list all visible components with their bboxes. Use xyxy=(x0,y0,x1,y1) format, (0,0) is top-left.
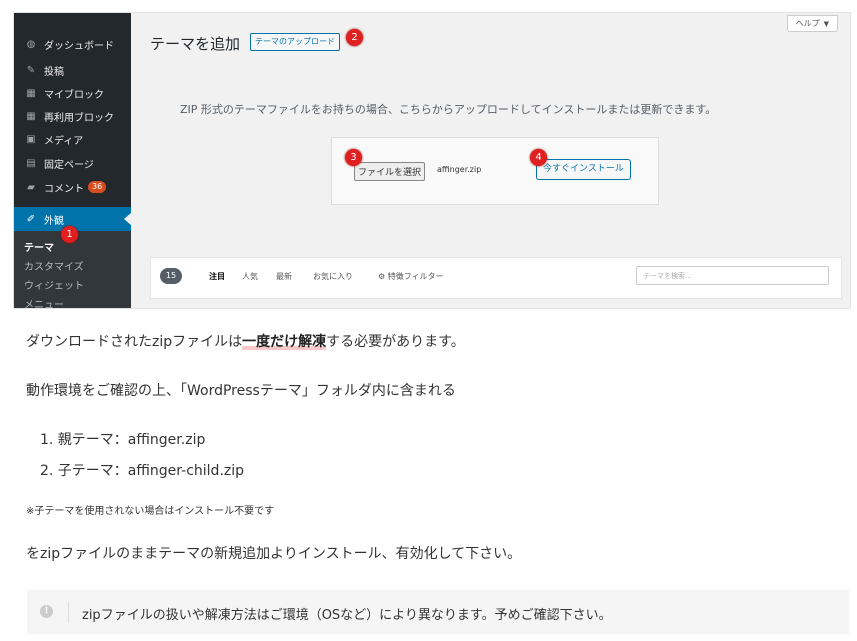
appearance-icon: ✐ xyxy=(26,213,36,225)
sidebar-item-label: 再利用ブロック xyxy=(44,112,114,124)
sidebar-item-label: 外観 xyxy=(44,215,64,227)
text-segment: ダウンロードされたzipファイルは xyxy=(26,334,243,350)
admin-sidebar: ◍ ダッシュボード ✎ 投稿 ▦ マイブロック ▦ 再利用ブロック ▣ メディア… xyxy=(14,13,131,308)
sidebar-item-dashboard[interactable]: ◍ ダッシュボード xyxy=(14,32,131,56)
tab-featured[interactable]: 注目 xyxy=(209,271,225,282)
blocks-icon: ▦ xyxy=(26,110,36,122)
tab-favorites[interactable]: お気に入り xyxy=(313,271,353,282)
feature-filter-label: 特徴フィルター xyxy=(387,272,444,281)
info-icon: ! xyxy=(40,605,53,618)
sidebar-item-posts[interactable]: ✎ 投稿 xyxy=(14,58,131,82)
list-item: 2. 子テーマ：affinger-child.zip xyxy=(40,463,245,479)
article-paragraph-3: をzipファイルのままテーマの新規追加よりインストール、有効化して下さい。 xyxy=(26,546,522,562)
choose-file-button[interactable]: ファイルを選択 xyxy=(354,162,426,181)
dashboard-icon: ◍ xyxy=(26,38,36,50)
callout-marker-1: 1 xyxy=(61,226,78,243)
tab-popular[interactable]: 人気 xyxy=(242,271,258,282)
theme-count-badge: 15 xyxy=(160,268,182,284)
gear-icon: ⚙ xyxy=(378,272,386,281)
pin-icon: ✎ xyxy=(26,64,36,76)
callout-marker-2: 2 xyxy=(346,29,363,46)
article-paragraph-1: ダウンロードされたzipファイルは一度だけ解凍する必要があります。 xyxy=(26,331,465,351)
sidebar-item-label: ダッシュボード xyxy=(44,40,114,52)
comment-icon: ▰ xyxy=(27,181,35,193)
list-item: 1. 親テーマ：affinger.zip xyxy=(40,432,206,448)
article-paragraph-2: 動作環境をご確認の上、「WordPressテーマ」フォルダ内に含まれる xyxy=(26,383,456,399)
feature-filter-button[interactable]: ⚙ 特徴フィルター xyxy=(378,271,444,282)
help-button[interactable]: ヘルプ ▼ xyxy=(786,15,838,32)
install-now-button[interactable]: 今すぐインストール xyxy=(536,159,631,180)
media-icon: ▣ xyxy=(26,133,36,145)
submenu-item-themes[interactable]: テーマ xyxy=(24,239,54,254)
tab-latest[interactable]: 最新 xyxy=(276,271,292,282)
active-indicator xyxy=(124,213,131,225)
page-title: テーマを追加 xyxy=(150,35,241,53)
sidebar-item-label: 固定ページ xyxy=(44,159,94,171)
help-label: ヘルプ xyxy=(795,19,820,28)
submenu-item-customize[interactable]: カスタマイズ xyxy=(24,258,84,273)
blocks-icon: ▦ xyxy=(26,87,36,99)
notice-text: zipファイルの扱いや解凍方法はご環境（OSなど）により異なります。予めご確認下… xyxy=(82,608,612,623)
comment-count-badge: 36 xyxy=(88,181,107,193)
sidebar-item-pages[interactable]: ▤ 固定ページ xyxy=(14,151,131,175)
sidebar-item-label: メディア xyxy=(44,135,84,147)
wordpress-screenshot: ◍ ダッシュボード ✎ 投稿 ▦ マイブロック ▦ 再利用ブロック ▣ メディア… xyxy=(13,12,851,309)
sidebar-item-label: マイブロック xyxy=(44,89,104,101)
sidebar-item-label: 投稿 xyxy=(44,66,64,78)
sidebar-item-myblocks[interactable]: ▦ マイブロック xyxy=(14,81,131,105)
theme-search-input[interactable]: テーマを検索... xyxy=(636,266,829,285)
appearance-submenu: テーマ カスタマイズ ウィジェット メニュー xyxy=(14,231,131,308)
submenu-item-menus[interactable]: メニュー xyxy=(24,296,64,308)
page-icon: ▤ xyxy=(26,157,36,169)
article-note: ※子テーマを使用されない場合はインストール不要です xyxy=(26,506,275,517)
sidebar-item-comments[interactable]: ▰ コメント 36 xyxy=(14,175,131,199)
emphasis-text: 一度だけ解凍 xyxy=(242,334,327,350)
selected-filename: affinger.zip xyxy=(437,165,482,174)
submenu-item-widgets[interactable]: ウィジェット xyxy=(24,277,84,292)
sidebar-item-label: コメント xyxy=(44,183,84,195)
callout-marker-4: 4 xyxy=(530,149,547,166)
chevron-down-icon: ▼ xyxy=(823,20,829,28)
sidebar-item-media[interactable]: ▣ メディア xyxy=(14,127,131,151)
notice-box: ! zipファイルの扱いや解凍方法はご環境（OSなど）により異なります。予めご確… xyxy=(27,590,849,634)
divider xyxy=(68,602,69,623)
text-segment: する必要があります。 xyxy=(326,334,465,350)
callout-marker-3: 3 xyxy=(345,149,362,166)
sidebar-item-reusable-blocks[interactable]: ▦ 再利用ブロック xyxy=(14,104,131,128)
upload-instruction: ZIP 形式のテーマファイルをお持ちの場合、こちらからアップロードしてインストー… xyxy=(180,103,717,116)
upload-theme-button[interactable]: テーマのアップロード xyxy=(250,33,340,51)
